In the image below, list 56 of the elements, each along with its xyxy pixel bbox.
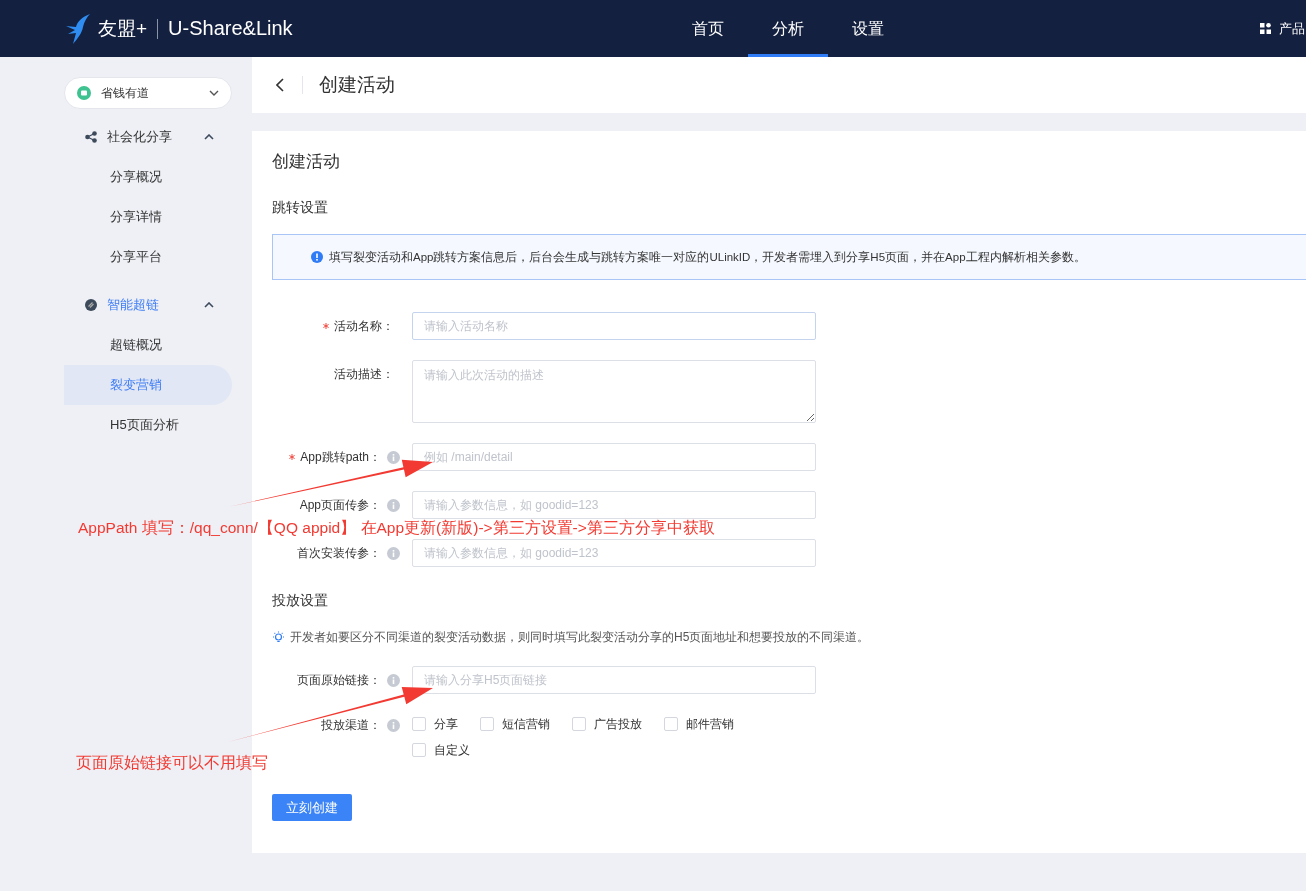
lightbulb-icon [272,631,285,644]
checkbox[interactable] [412,717,426,731]
checkbox-label[interactable]: 短信营销 [502,715,550,733]
annotation-text: 页面原始链接可以不用填写 [76,753,268,773]
product-name: U-Share&Link [168,17,293,40]
bird-logo-icon [64,12,92,45]
checkbox-label[interactable]: 分享 [434,715,458,733]
back-chevron-icon[interactable] [276,78,284,92]
link-circle-icon [85,299,97,311]
nav-tab[interactable]: 首页 [668,0,748,57]
input-field[interactable]: 请输入参数信息，如 goodid=123 [412,539,816,567]
description-field[interactable]: 请输入此次活动的描述 [412,360,816,423]
sidebar-item[interactable]: 超链概况 [64,325,232,365]
android-icon [77,86,91,100]
chevron-down-icon [209,90,219,96]
field-label: 页面原始链接： [297,671,381,689]
sidebar-group[interactable]: 社会化分享 [0,117,252,157]
sidebar-item[interactable]: 分享详情 [64,197,232,237]
exclamation-circle-icon [311,251,323,263]
field-label: 活动名称： [334,317,394,335]
annotation-text: AppPath 填写：/qq_conn/【QQ appid】 在App更新(新版)->第三方设置->第三方分享中获取 [78,518,715,538]
checkbox[interactable] [412,743,426,757]
sidebar-item[interactable]: 分享平台 [64,237,232,277]
field-label: 投放渠道： [321,717,381,734]
field-label: 首次安装传参： [297,544,381,562]
field-label: App页面传参： [299,496,381,514]
create-button[interactable]: 立刻创建 [272,794,352,821]
app-selector[interactable]: 省钱有道 [64,77,232,109]
checkbox[interactable] [664,717,678,731]
sidebar-item[interactable]: 分享概况 [64,157,232,197]
chevron-up-icon [204,134,214,140]
input-field[interactable]: 例如 /main/detail [412,443,816,471]
chevron-up-icon [204,302,214,308]
section-heading: 跳转设置 [272,198,329,216]
checkbox-label[interactable]: 自定义 [434,741,470,759]
tip-text: 开发者如要区分不同渠道的裂变活动数据，则同时填写此裂变活动分享的H5页面地址和想要投放的不同渠道。 [290,629,870,646]
field-label: 活动描述： [334,366,394,383]
sidebar-group[interactable]: 智能超链 [0,285,252,325]
checkbox-label[interactable]: 广告投放 [594,715,642,733]
input-field[interactable]: 请输入参数信息，如 goodid=123 [412,491,816,519]
input-field[interactable]: 请输入分享H5页面链接 [412,666,816,694]
grid-icon [1260,23,1271,34]
notice-text: 填写裂变活动和App跳转方案信息后，后台会生成与跳转方案唯一对应的ULinkID，开发者需埋入到分享H5页面，并在App工程内解析相关参数。 [329,249,1086,265]
brand-name: 友盟+ [98,16,148,41]
sidebar-item[interactable]: H5页面分析 [64,405,232,445]
section-heading: 投放设置 [272,591,329,609]
share-icon [85,131,97,143]
page-title: 创建活动 [319,73,395,97]
products-menu[interactable]: 产品 [1279,19,1305,38]
input-field[interactable]: 请输入活动名称 [412,312,816,340]
checkbox[interactable] [572,717,586,731]
checkbox[interactable] [480,717,494,731]
nav-tab[interactable]: 设置 [828,0,908,57]
form-title: 创建活动 [272,151,341,173]
field-label: App跳转path： [300,448,381,466]
checkbox-label[interactable]: 邮件营销 [686,715,734,733]
